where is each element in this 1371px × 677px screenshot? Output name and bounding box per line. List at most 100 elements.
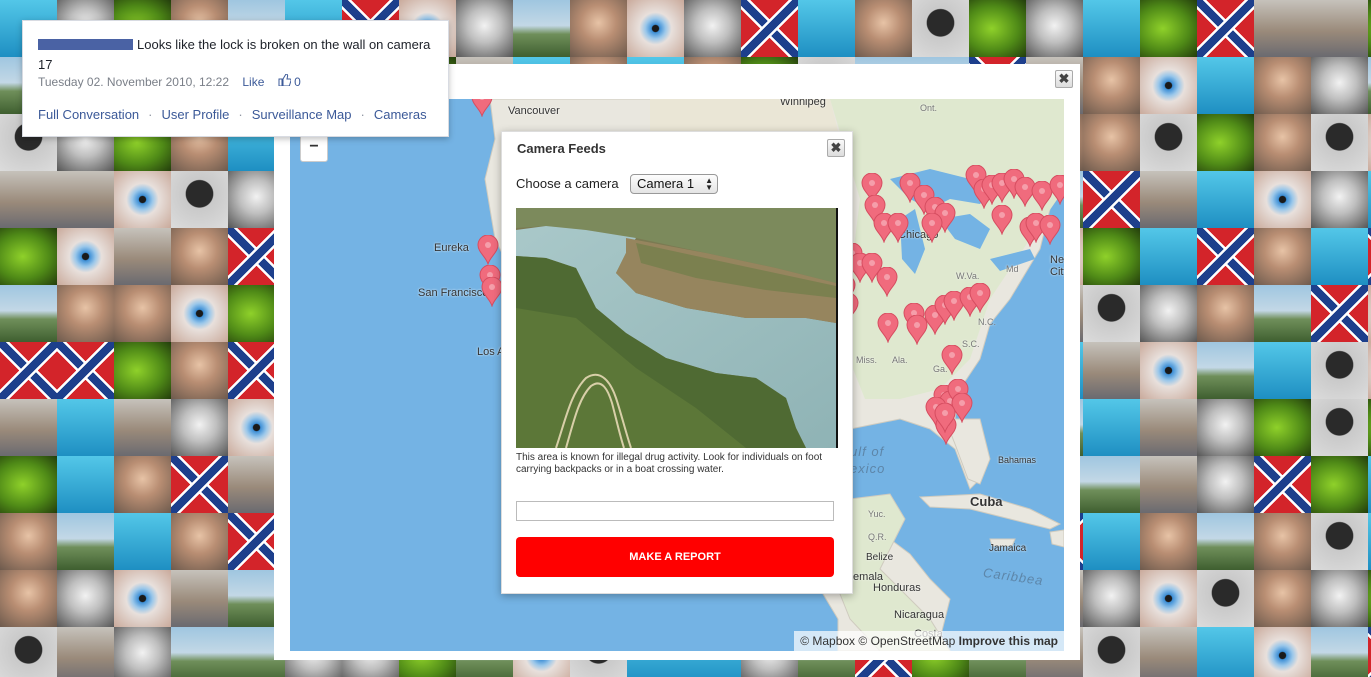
mosaic-photo-tile <box>57 513 114 570</box>
mosaic-photo-tile <box>1083 399 1140 456</box>
camera-marker-icon[interactable] <box>471 99 493 117</box>
mosaic-photo-tile <box>1254 342 1311 399</box>
mosaic-photo-tile <box>1311 0 1368 57</box>
mosaic-photo-tile <box>114 513 171 570</box>
mosaic-photo-tile <box>1197 456 1254 513</box>
mosaic-photo-tile <box>627 0 684 57</box>
zoom-out-button[interactable]: − <box>300 134 328 162</box>
mosaic-photo-tile <box>1254 171 1311 228</box>
mosaic-photo-tile <box>0 285 57 342</box>
camera-marker-icon[interactable] <box>921 213 943 243</box>
map-label-vancouver: Vancouver <box>508 105 560 117</box>
mosaic-photo-tile <box>1197 513 1254 570</box>
mosaic-photo-tile <box>1083 342 1140 399</box>
mosaic-photo-tile <box>1197 342 1254 399</box>
camera-marker-icon[interactable] <box>969 283 991 313</box>
cameras-link[interactable]: Cameras <box>374 107 427 122</box>
map-label-gulf: ulf of <box>850 444 885 459</box>
mosaic-photo-tile <box>1197 228 1254 285</box>
user-profile-link[interactable]: User Profile <box>162 107 230 122</box>
camera-select[interactable]: Camera 1 ▲ ▼ <box>630 174 718 194</box>
mosaic-photo-tile <box>1083 513 1140 570</box>
camera-feed-image <box>516 208 838 448</box>
camera-marker-icon[interactable] <box>877 313 899 343</box>
mosaic-photo-tile <box>1083 57 1140 114</box>
close-icon[interactable]: ✖ <box>1055 70 1073 88</box>
mosaic-photo-tile <box>1140 285 1197 342</box>
mosaic-photo-tile <box>171 342 228 399</box>
mosaic-photo-tile <box>1311 114 1368 171</box>
camera-marker-icon[interactable] <box>481 277 503 307</box>
map-label-sc: S.C. <box>962 339 980 349</box>
camera-marker-icon[interactable] <box>876 267 898 297</box>
map-label-md: Md <box>1006 264 1019 274</box>
mosaic-photo-tile <box>1254 114 1311 171</box>
like-link[interactable]: Like <box>242 75 264 89</box>
camera-marker-icon[interactable] <box>1039 215 1061 245</box>
mosaic-photo-tile <box>1140 513 1197 570</box>
close-icon[interactable]: ✖ <box>827 139 845 157</box>
mosaic-photo-tile <box>1311 342 1368 399</box>
camera-feeds-title: Camera Feeds <box>517 141 606 156</box>
mosaic-photo-tile <box>1083 285 1140 342</box>
mosaic-photo-tile <box>57 399 114 456</box>
mosaic-photo-tile <box>1026 0 1083 57</box>
osm-credit[interactable]: © OpenStreetMap <box>858 634 955 648</box>
mosaic-photo-tile <box>114 456 171 513</box>
mosaic-photo-tile <box>1311 399 1368 456</box>
mosaic-photo-tile <box>1311 456 1368 513</box>
make-report-button[interactable]: MAKE A REPORT <box>516 537 834 577</box>
mosaic-photo-tile <box>114 228 171 285</box>
link-separator: · <box>148 107 153 122</box>
mosaic-photo-tile <box>1083 171 1140 228</box>
camera-marker-icon[interactable] <box>477 235 499 265</box>
mosaic-photo-tile <box>0 342 57 399</box>
mosaic-photo-tile <box>1254 228 1311 285</box>
camera-marker-icon[interactable] <box>934 403 956 433</box>
mosaic-photo-tile <box>1083 0 1140 57</box>
map-label-bahamas: Bahamas <box>998 455 1037 465</box>
mosaic-photo-tile <box>171 456 228 513</box>
comment-text: Looks like the lock is broken on the wal… <box>38 37 431 72</box>
mosaic-photo-tile <box>57 285 114 342</box>
mosaic-photo-tile <box>1197 627 1254 677</box>
mosaic-photo-tile <box>513 0 570 57</box>
map-label-winnipeg: Winnipeg <box>780 99 826 108</box>
mosaic-photo-tile <box>114 627 171 677</box>
mosaic-photo-tile <box>1140 342 1197 399</box>
mosaic-photo-tile <box>1197 114 1254 171</box>
camera-marker-icon[interactable] <box>1049 175 1064 205</box>
mapbox-credit[interactable]: © Mapbox <box>800 634 855 648</box>
mosaic-photo-tile <box>1311 627 1368 677</box>
mosaic-photo-tile <box>1254 57 1311 114</box>
mosaic-photo-tile <box>1083 570 1140 627</box>
full-conversation-link[interactable]: Full Conversation <box>38 107 139 122</box>
mosaic-photo-tile <box>114 171 171 228</box>
mosaic-photo-tile <box>1140 0 1197 57</box>
mosaic-photo-tile <box>57 342 114 399</box>
camera-marker-icon[interactable] <box>941 345 963 375</box>
mosaic-photo-tile <box>57 627 114 677</box>
link-separator: · <box>238 107 243 122</box>
map-label-ala: Ala. <box>892 355 908 365</box>
map-label-ne: Ne <box>1050 254 1064 266</box>
mosaic-photo-tile <box>0 399 57 456</box>
camera-marker-icon[interactable] <box>887 213 909 243</box>
mosaic-photo-tile <box>1311 570 1368 627</box>
mosaic-photo-tile <box>1254 627 1311 677</box>
camera-marker-icon[interactable] <box>991 205 1013 235</box>
mosaic-photo-tile <box>1197 399 1254 456</box>
mosaic-photo-tile <box>1083 114 1140 171</box>
mosaic-photo-tile <box>0 627 57 677</box>
mosaic-photo-tile <box>1140 57 1197 114</box>
thumbs-up-icon[interactable] <box>278 73 292 89</box>
report-input[interactable] <box>516 501 834 521</box>
mosaic-photo-tile <box>171 228 228 285</box>
mosaic-photo-tile <box>1311 228 1368 285</box>
surveillance-map-link[interactable]: Surveillance Map <box>252 107 352 122</box>
map-label-nicaragua: Nicaragua <box>894 609 945 621</box>
improve-map-link[interactable]: Improve this map <box>959 634 1058 648</box>
mosaic-photo-tile <box>57 171 114 228</box>
mosaic-photo-tile <box>1140 456 1197 513</box>
camera-select-value: Camera 1 <box>637 176 695 191</box>
